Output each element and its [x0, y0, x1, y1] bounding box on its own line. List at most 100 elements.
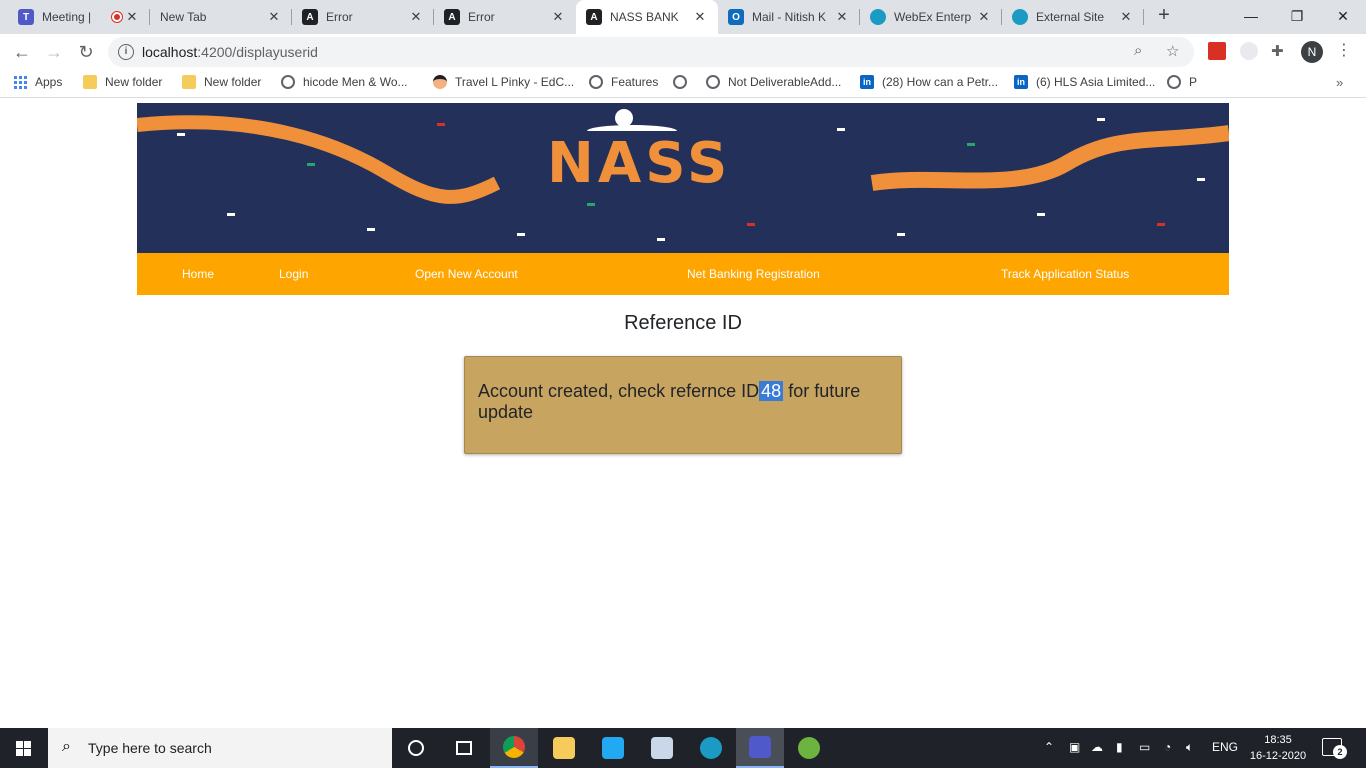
angular-icon: A — [444, 9, 460, 25]
webex-icon — [870, 9, 886, 25]
avatar-icon — [433, 75, 447, 89]
globe-icon — [706, 75, 720, 89]
task-view-button[interactable] — [440, 728, 488, 768]
menu-icon[interactable]: ⋮ — [1336, 40, 1352, 60]
cortana-button[interactable] — [392, 728, 440, 768]
clock-time: 18:35 — [1264, 734, 1292, 746]
taskbar-vscode[interactable] — [589, 728, 637, 768]
confetti — [517, 233, 525, 236]
media-app-icon — [651, 737, 673, 759]
cortana-icon — [408, 740, 424, 756]
battery-icon[interactable]: ▭ — [1139, 740, 1150, 754]
tab-mail[interactable]: O Mail - Nitish K ✕ — [718, 0, 860, 34]
taskbar-chrome[interactable] — [490, 728, 538, 768]
onedrive-icon[interactable]: ☁ — [1091, 740, 1103, 754]
language-indicator[interactable]: ENG — [1212, 740, 1238, 754]
taskbar-search[interactable]: ⌕ Type here to search — [48, 728, 392, 768]
tab-nass-bank[interactable]: A NASS BANK ✕ — [576, 0, 718, 34]
taskbar-media-app[interactable] — [638, 728, 686, 768]
show-hidden-icons[interactable]: ⌃ — [1044, 740, 1054, 754]
bookmark-not-deliverable[interactable]: Not DeliverableAdd... — [706, 75, 841, 89]
extension-red-icon[interactable] — [1208, 42, 1226, 60]
confetti — [897, 233, 905, 236]
close-icon[interactable]: ✕ — [976, 9, 992, 25]
spring-icon — [798, 737, 820, 759]
more-bookmarks-icon[interactable]: » — [1336, 75, 1343, 90]
profile-avatar[interactable]: N — [1301, 41, 1323, 63]
close-icon[interactable]: ✕ — [550, 9, 566, 25]
microphone-icon[interactable]: ▮ — [1116, 740, 1123, 754]
restore-button[interactable]: ❐ — [1274, 2, 1320, 30]
confetti — [657, 238, 665, 241]
confetti — [1097, 118, 1105, 121]
nav-home[interactable]: Home — [182, 267, 214, 281]
taskbar-spring[interactable] — [785, 728, 833, 768]
tab-new-tab[interactable]: New Tab ✕ — [150, 0, 292, 34]
nass-logo: NASS — [547, 131, 732, 196]
tab-error-1[interactable]: A Error ✕ — [292, 0, 434, 34]
bookmark-travel[interactable]: Travel L Pinky - EdC... — [433, 75, 574, 89]
bookmark-star-icon[interactable]: ☆ — [1166, 42, 1179, 60]
reload-button[interactable]: ↻ — [74, 40, 98, 64]
close-icon[interactable]: ✕ — [124, 9, 140, 25]
close-icon[interactable]: ✕ — [266, 9, 282, 25]
extension-grey-icon[interactable] — [1240, 42, 1258, 60]
back-button[interactable]: ← — [10, 40, 34, 64]
bookmark-p[interactable]: P — [1167, 75, 1197, 89]
bookmark-unnamed[interactable] — [673, 75, 695, 89]
close-icon[interactable]: ✕ — [834, 9, 850, 25]
tab-error-2[interactable]: A Error ✕ — [434, 0, 576, 34]
info-icon[interactable]: i — [118, 44, 134, 60]
tab-external-site[interactable]: External Site ✕ — [1002, 0, 1144, 34]
globe-icon — [589, 75, 603, 89]
nav-open-new-account[interactable]: Open New Account — [415, 267, 518, 281]
bookmark-linkedin-1[interactable]: in (28) How can a Petr... — [860, 75, 998, 89]
tab-meeting[interactable]: T Meeting | ✕ — [8, 0, 150, 34]
webex-icon — [700, 737, 722, 759]
minimize-button[interactable]: — — [1228, 2, 1274, 30]
zoom-icon[interactable]: ⌕ — [1134, 42, 1142, 59]
close-icon[interactable]: ✕ — [692, 9, 708, 25]
bookmark-new-folder-1[interactable]: New folder — [83, 75, 162, 89]
bookmark-linkedin-2[interactable]: in (6) HLS Asia Limited... — [1014, 75, 1155, 89]
confetti — [747, 223, 755, 226]
outlook-icon: O — [728, 9, 744, 25]
address-bar[interactable]: i localhost:4200/displayuserid ⌕ ☆ — [108, 37, 1194, 67]
nav-track-application-status[interactable]: Track Application Status — [1001, 267, 1129, 281]
taskbar-file-explorer[interactable] — [540, 728, 588, 768]
linkedin-icon: in — [1014, 75, 1028, 89]
chrome-icon — [503, 736, 525, 758]
url-text[interactable]: localhost:4200/displayuserid — [142, 44, 318, 60]
taskbar-teams[interactable] — [736, 728, 784, 768]
tab-webex[interactable]: WebEx Enterp ✕ — [860, 0, 1002, 34]
search-placeholder: Type here to search — [88, 740, 212, 756]
start-button[interactable] — [0, 728, 48, 768]
wifi-icon[interactable]: ◔ — [1164, 740, 1171, 754]
close-icon[interactable]: ✕ — [1118, 9, 1134, 25]
taskbar-clock[interactable]: 18:35 16-12-2020 — [1248, 732, 1308, 764]
bookmarks-bar: Apps New folder New folder hicode Men & … — [0, 70, 1366, 98]
vscode-icon — [602, 737, 624, 759]
confetti — [967, 143, 975, 146]
extensions-puzzle-icon[interactable]: ✚ — [1271, 42, 1289, 60]
confetti — [307, 163, 315, 166]
taskbar-webex[interactable] — [687, 728, 735, 768]
browser-toolbar: ← → ↻ i localhost:4200/displayuserid ⌕ ☆… — [0, 34, 1366, 70]
bookmark-new-folder-2[interactable]: New folder — [182, 75, 261, 89]
nav-net-banking-registration[interactable]: Net Banking Registration — [687, 267, 820, 281]
bookmark-hicode[interactable]: hicode Men & Wo... — [281, 75, 408, 89]
new-tab-button[interactable]: + — [1152, 4, 1176, 27]
forward-button[interactable]: → — [42, 40, 66, 64]
volume-icon[interactable]: 🔈︎ — [1186, 740, 1193, 755]
close-window-button[interactable]: ✕ — [1320, 2, 1366, 30]
webex-icon — [1012, 9, 1028, 25]
tab-strip: T Meeting | ✕ New Tab ✕ A Error ✕ A Erro… — [0, 0, 1366, 34]
folder-icon — [83, 75, 97, 89]
close-icon[interactable]: ✕ — [408, 9, 424, 25]
meet-now-icon[interactable]: ▣ — [1069, 740, 1080, 754]
globe-icon — [673, 75, 687, 89]
bookmark-features[interactable]: Features — [589, 75, 658, 89]
bookmark-apps[interactable]: Apps — [14, 75, 62, 89]
nav-login[interactable]: Login — [279, 267, 308, 281]
clock-date: 16-12-2020 — [1249, 750, 1307, 762]
